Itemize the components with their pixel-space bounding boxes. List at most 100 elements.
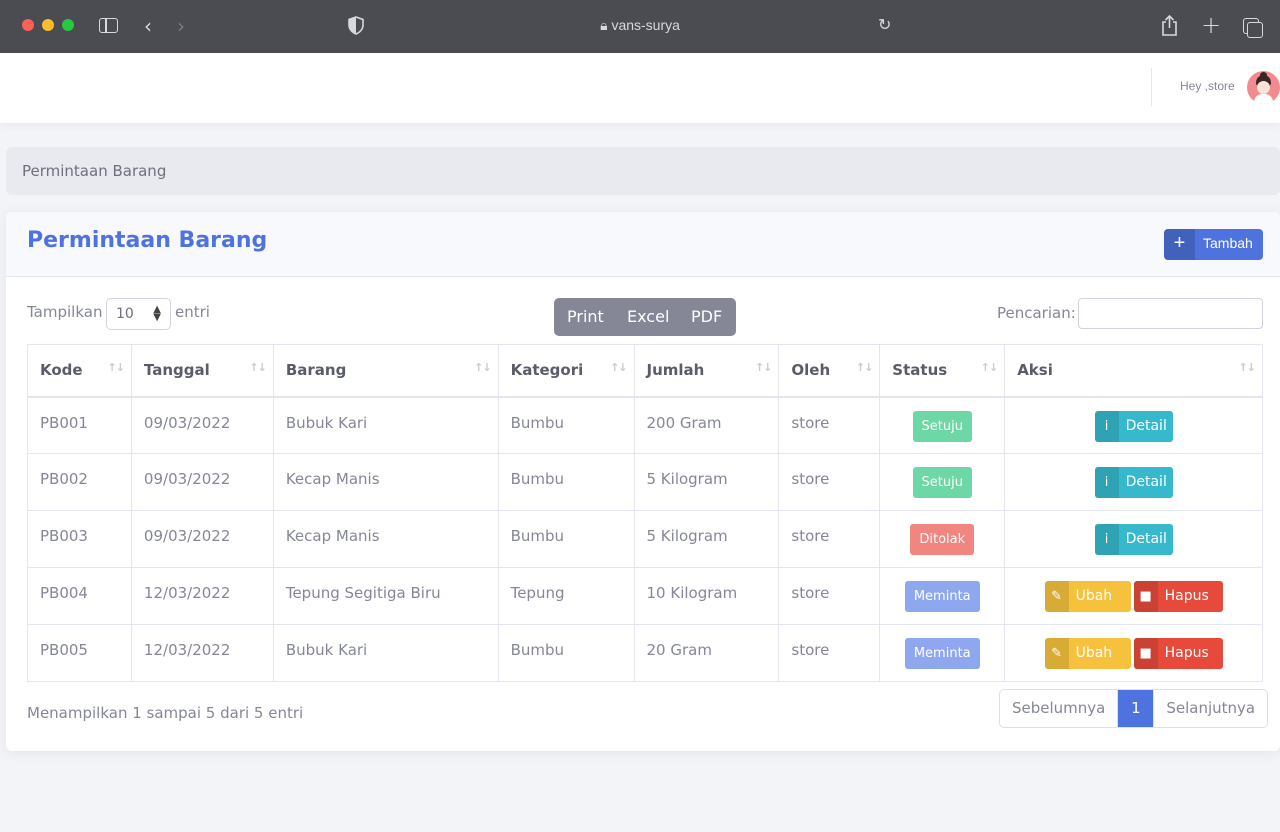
edit-icon: ✎ bbox=[1044, 638, 1069, 669]
next-page-button[interactable]: Selanjutnya bbox=[1153, 690, 1267, 727]
export-button-group: Print Excel PDF bbox=[554, 298, 736, 336]
tab-overview-icon[interactable] bbox=[1243, 18, 1263, 38]
trash-icon: ■ bbox=[1133, 638, 1158, 669]
add-request-label: Tambah bbox=[1203, 235, 1253, 251]
cell-barang: Tepung Segitiga Biru bbox=[272, 567, 499, 625]
cell-jumlah: 5 Kilogram bbox=[633, 510, 780, 568]
entries-length-value: 10 bbox=[116, 306, 134, 322]
share-icon[interactable] bbox=[1161, 14, 1178, 40]
column-header-barang[interactable]: Barang ↑↓ bbox=[272, 344, 499, 398]
requests-card: Permintaan Barang + Tambah Tampilkan 10 … bbox=[6, 212, 1280, 751]
sort-icon: ↑↓ bbox=[855, 361, 873, 374]
user-greeting[interactable]: Hey ,store bbox=[1180, 79, 1235, 93]
detail-button[interactable]: i Detail bbox=[1094, 410, 1173, 442]
column-header-kategori[interactable]: Kategori ↑↓ bbox=[497, 344, 635, 398]
cell-kategori: Bumbu bbox=[497, 453, 635, 511]
edit-button[interactable]: ✎ Ubah bbox=[1044, 638, 1131, 669]
breadcrumb-current: Permintaan Barang bbox=[22, 162, 167, 180]
table-header-row: Kode ↑↓ Tanggal ↑↓ Barang ↑↓ Kategori ↑↓ Jum… bbox=[27, 344, 1263, 398]
cell-kode: PB001 bbox=[27, 396, 132, 454]
entries-length-select[interactable]: 10 ▲ ▼ bbox=[106, 298, 171, 330]
cell-barang: Bubuk Kari bbox=[272, 396, 499, 454]
print-button[interactable]: Print bbox=[567, 307, 604, 326]
column-header-oleh[interactable]: Oleh ↑↓ bbox=[778, 344, 881, 398]
header-label: Kode bbox=[40, 361, 83, 380]
previous-page-button[interactable]: Sebelumnya bbox=[1000, 690, 1117, 727]
new-tab-icon[interactable]: + bbox=[1201, 11, 1221, 39]
header-label: Aksi bbox=[1017, 361, 1053, 380]
cell-aksi: i Detail bbox=[1004, 396, 1263, 454]
length-label: Tampilkan bbox=[27, 303, 103, 321]
cell-aksi: i Detail bbox=[1004, 453, 1263, 511]
cell-jumlah: 200 Gram bbox=[633, 396, 780, 454]
card-header: Permintaan Barang + Tambah bbox=[6, 212, 1280, 277]
sort-icon: ↑↓ bbox=[474, 361, 491, 374]
entries-label: entri bbox=[175, 303, 210, 321]
delete-button[interactable]: ■ Hapus bbox=[1133, 581, 1223, 612]
cell-status: Ditolak bbox=[879, 510, 1006, 568]
edit-button[interactable]: ✎ Ubah bbox=[1044, 581, 1131, 612]
column-header-tanggal[interactable]: Tanggal ↑↓ bbox=[130, 344, 274, 398]
cell-tanggal: 12/03/2022 bbox=[130, 567, 274, 625]
table-row: PB001 09/03/2022 Bubuk Kari Bumbu 200 Gr… bbox=[27, 396, 1263, 454]
column-header-status[interactable]: Status ↑↓ bbox=[879, 344, 1006, 398]
cell-kategori: Bumbu bbox=[497, 624, 635, 682]
topbar-divider bbox=[1151, 68, 1152, 106]
cell-oleh: store bbox=[778, 453, 881, 511]
cell-status: Setuju bbox=[879, 396, 1006, 454]
cell-tanggal: 09/03/2022 bbox=[130, 510, 274, 568]
requests-table: Kode ↑↓ Tanggal ↑↓ Barang ↑↓ Kategori ↑↓ Jum… bbox=[27, 344, 1263, 682]
sort-icon: ↑↓ bbox=[754, 361, 772, 374]
table-row: PB002 09/03/2022 Kecap Manis Bumbu 5 Kil… bbox=[27, 453, 1263, 511]
column-header-aksi[interactable]: Aksi ↑↓ bbox=[1004, 344, 1263, 398]
cell-oleh: store bbox=[778, 396, 881, 454]
search-label: Pencarian: bbox=[997, 304, 1076, 322]
cell-jumlah: 5 Kilogram bbox=[633, 453, 780, 511]
cell-kode: PB003 bbox=[27, 510, 132, 568]
column-header-jumlah[interactable]: Jumlah ↑↓ bbox=[633, 344, 780, 398]
column-header-kode[interactable]: Kode ↑↓ bbox=[27, 344, 132, 398]
cell-kode: PB004 bbox=[27, 567, 132, 625]
header-label: Tanggal bbox=[143, 361, 210, 380]
status-badge: Setuju bbox=[912, 467, 972, 498]
browser-toolbar: ‹ › 🔒︎ vans-surya ↻ + bbox=[0, 0, 1280, 53]
detail-button[interactable]: i Detail bbox=[1094, 467, 1173, 498]
top-navbar: Hey ,store bbox=[0, 53, 1280, 123]
lock-icon: 🔒︎ bbox=[600, 17, 608, 33]
url-text: vans-surya bbox=[611, 17, 680, 33]
add-request-button[interactable]: + Tambah bbox=[1164, 229, 1263, 260]
page-1-button[interactable]: 1 bbox=[1117, 690, 1154, 727]
select-arrows-icon: ▲ ▼ bbox=[153, 304, 161, 323]
cell-status: Setuju bbox=[879, 453, 1006, 511]
edit-icon: ✎ bbox=[1044, 581, 1069, 612]
user-avatar[interactable] bbox=[1247, 71, 1280, 104]
page-title: Permintaan Barang bbox=[27, 228, 268, 253]
header-label: Status bbox=[892, 361, 948, 380]
breadcrumb: Permintaan Barang bbox=[6, 147, 1280, 195]
cell-kode: PB002 bbox=[27, 453, 132, 511]
reload-icon[interactable]: ↻ bbox=[878, 15, 891, 34]
excel-button[interactable]: Excel bbox=[627, 307, 669, 326]
sort-icon: ↑↓ bbox=[249, 361, 266, 374]
cell-jumlah: 20 Gram bbox=[633, 624, 780, 682]
cell-barang: Kecap Manis bbox=[272, 510, 499, 568]
info-icon: i bbox=[1094, 410, 1119, 442]
cell-oleh: store bbox=[778, 624, 881, 682]
header-label: Oleh bbox=[791, 361, 831, 380]
address-bar[interactable]: 🔒︎ vans-surya bbox=[0, 17, 1280, 34]
delete-button[interactable]: ■ Hapus bbox=[1133, 638, 1223, 669]
cell-kategori: Bumbu bbox=[497, 510, 635, 568]
cell-oleh: store bbox=[778, 567, 881, 625]
sort-icon: ↑↓ bbox=[980, 361, 998, 374]
sort-icon: ↑↓ bbox=[1238, 361, 1256, 374]
table-row: PB004 12/03/2022 Tepung Segitiga Biru Te… bbox=[27, 567, 1263, 625]
search-input[interactable] bbox=[1078, 298, 1263, 329]
pdf-button[interactable]: PDF bbox=[691, 307, 722, 326]
status-badge: Ditolak bbox=[910, 524, 975, 555]
info-icon: i bbox=[1094, 524, 1119, 555]
status-badge: Setuju bbox=[912, 410, 972, 442]
cell-kode: PB005 bbox=[27, 624, 132, 682]
header-label: Barang bbox=[285, 361, 347, 380]
detail-button[interactable]: i Detail bbox=[1094, 524, 1173, 555]
info-icon: i bbox=[1094, 467, 1119, 498]
